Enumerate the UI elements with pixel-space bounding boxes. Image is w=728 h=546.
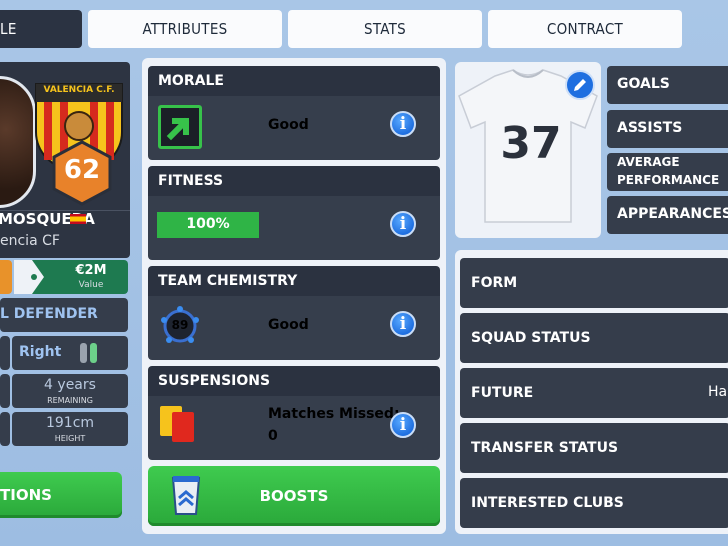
- boosts-button[interactable]: BOOSTS: [148, 466, 440, 526]
- tab-contract-label: CONTRACT: [546, 20, 624, 38]
- info-icon: i: [399, 314, 407, 334]
- height-left-stub: [0, 412, 10, 446]
- value-chip[interactable]: €2M Value: [14, 260, 128, 294]
- goals-button[interactable]: GOALS: [607, 66, 728, 104]
- form-row[interactable]: FORM: [460, 258, 728, 308]
- value-tag-hole: [31, 274, 37, 280]
- morale-body: Good i: [148, 96, 440, 160]
- actions-button[interactable]: TIONS: [0, 472, 122, 518]
- tab-stats-label: STATS: [363, 20, 407, 38]
- morale-header: MORALE: [148, 66, 440, 96]
- matches-missed-value: 0: [268, 428, 278, 444]
- boots-icon: [78, 341, 100, 365]
- assists-label: ASSISTS: [617, 120, 683, 136]
- boost-drink-icon: [170, 474, 202, 516]
- chemistry-header: TEAM CHEMISTRY: [148, 266, 440, 296]
- transfer-status-row[interactable]: TRANSFER STATUS: [460, 423, 728, 473]
- matches-missed-label: Matches Missed:: [268, 406, 400, 422]
- morale-arrow-icon: [158, 105, 202, 149]
- fitness-bar: 100%: [157, 212, 259, 238]
- chemistry-info-button[interactable]: i: [390, 311, 416, 337]
- chemistry-body: 89 Good i: [148, 296, 440, 360]
- boosts-button-label: BOOSTS: [259, 487, 329, 505]
- tab-profile-label: LE: [0, 20, 17, 38]
- tab-attributes-label: ATTRIBUTES: [142, 20, 228, 38]
- tab-attributes[interactable]: ATTRIBUTES: [88, 10, 282, 48]
- value-tag-icon: [14, 260, 44, 294]
- player-card: VALENCIA C.F. 62 MOSQUERA encia CF: [0, 62, 130, 258]
- fitness-body: 100% i: [148, 196, 440, 260]
- height-cell: 191cm HEIGHT: [12, 412, 128, 446]
- suspensions-header: SUSPENSIONS: [148, 366, 440, 396]
- suspensions-body: Matches Missed: 0 i: [148, 396, 440, 460]
- future-value: Hap: [708, 384, 728, 400]
- average-performance-button[interactable]: AVERAGE PERFORMANCE: [607, 153, 728, 191]
- info-icon: i: [399, 415, 407, 435]
- height-label: HEIGHT: [54, 434, 86, 443]
- average-performance-label-1: AVERAGE: [617, 155, 680, 169]
- appearances-label: APPEARANCES: [617, 206, 728, 222]
- contract-cell: 4 years REMAINING: [12, 374, 128, 408]
- pencil-icon: [574, 79, 586, 91]
- player-position: L DEFENDER: [0, 306, 98, 322]
- actions-button-label: TIONS: [0, 486, 52, 504]
- contract-left-stub: [0, 374, 10, 408]
- info-icon: i: [399, 214, 407, 234]
- player-height: 191cm: [45, 415, 95, 431]
- goals-label: GOALS: [617, 76, 670, 92]
- edit-shirt-button[interactable]: [565, 70, 595, 100]
- red-card-icon: [172, 412, 194, 442]
- assists-button[interactable]: ASSISTS: [607, 110, 728, 148]
- role-chip: [0, 260, 12, 294]
- screen: LE ATTRIBUTES STATS CONTRACT VALENCIA C.…: [0, 0, 728, 546]
- shirt-panel: 37: [455, 62, 601, 238]
- position-cell: L DEFENDER: [0, 298, 128, 332]
- spain-flag-icon: [70, 214, 86, 224]
- future-label: FUTURE: [471, 385, 534, 401]
- squad-status-row[interactable]: SQUAD STATUS: [460, 313, 728, 363]
- player-photo: [0, 76, 36, 208]
- fitness-header: FITNESS: [148, 166, 440, 196]
- player-value-label: Value: [78, 280, 104, 290]
- contract-label: REMAINING: [47, 396, 93, 405]
- morale-value: Good: [268, 117, 309, 133]
- fitness-info-button[interactable]: i: [390, 211, 416, 237]
- info-icon: i: [399, 114, 407, 134]
- rating-value: 62: [63, 155, 101, 185]
- player-value: €2M: [75, 263, 107, 278]
- player-club: encia CF: [0, 233, 60, 249]
- chemistry-score: 89: [171, 318, 189, 332]
- interested-clubs-row[interactable]: INTERESTED CLUBS: [460, 478, 728, 528]
- foot-left-stub: [0, 336, 10, 370]
- suspensions-info-button[interactable]: i: [390, 412, 416, 438]
- average-performance-label-2: PERFORMANCE: [617, 173, 720, 187]
- chemistry-score-icon: 89: [158, 304, 202, 348]
- rating-badge: 62: [52, 140, 112, 206]
- fitness-value: 100%: [186, 216, 230, 232]
- preferred-foot: Right: [19, 344, 62, 360]
- future-row[interactable]: FUTURE Hap: [460, 368, 728, 418]
- tab-stats[interactable]: STATS: [288, 10, 482, 48]
- fitness-title: FITNESS: [158, 173, 224, 189]
- appearances-button[interactable]: APPEARANCES: [607, 196, 728, 234]
- club-badge-text: VALENCIA C.F.: [43, 85, 115, 95]
- contract-years: 4 years: [44, 377, 96, 393]
- form-label: FORM: [471, 275, 518, 291]
- squad-status-label: SQUAD STATUS: [471, 330, 591, 346]
- tab-profile[interactable]: LE: [0, 10, 82, 48]
- morale-info-button[interactable]: i: [390, 111, 416, 137]
- shirt-number: 37: [500, 118, 562, 169]
- morale-title: MORALE: [158, 73, 224, 89]
- preferred-foot-cell: Right: [12, 336, 128, 370]
- chemistry-value: Good: [268, 317, 309, 333]
- interested-clubs-label: INTERESTED CLUBS: [471, 495, 624, 511]
- tab-contract[interactable]: CONTRACT: [488, 10, 682, 48]
- suspensions-title: SUSPENSIONS: [158, 373, 271, 389]
- transfer-status-label: TRANSFER STATUS: [471, 440, 619, 456]
- chemistry-title: TEAM CHEMISTRY: [158, 273, 298, 289]
